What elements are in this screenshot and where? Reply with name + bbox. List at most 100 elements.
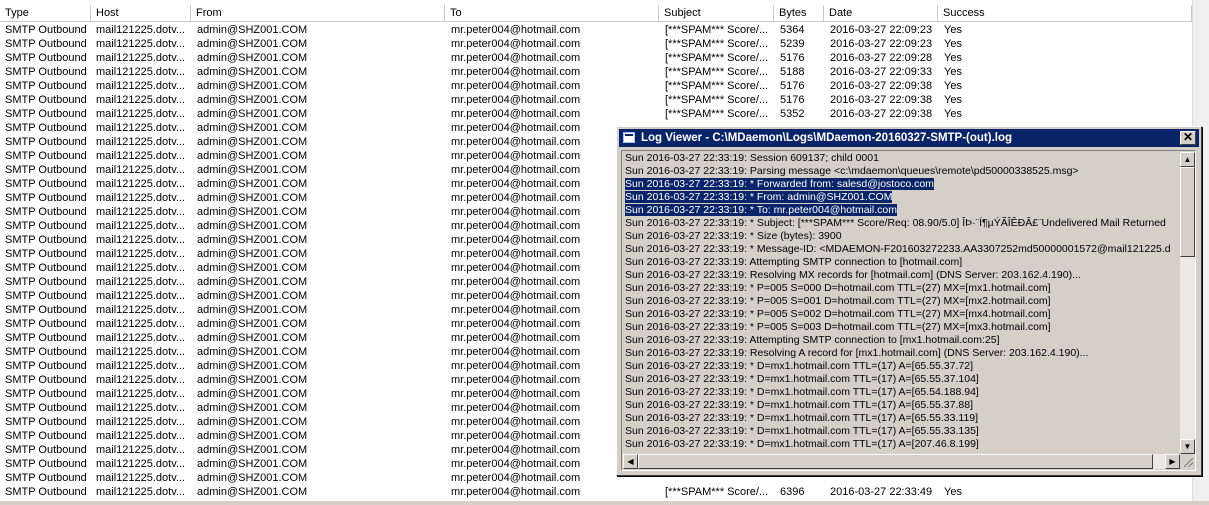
log-text: Sun 2016-03-27 22:33:19: * D=mx1.hotmail… xyxy=(625,373,979,385)
log-text: Sun 2016-03-27 22:33:19: * Subject: [***… xyxy=(625,217,1166,229)
log-line[interactable]: Sun 2016-03-27 22:33:19: * P=005 S=000 D… xyxy=(623,282,1180,295)
date-cell: 2016-03-27 22:09:38 xyxy=(830,108,933,120)
column-header-to[interactable]: To xyxy=(445,5,659,21)
log-line[interactable]: Sun 2016-03-27 22:33:19: * D=mx1.hotmail… xyxy=(623,399,1180,412)
log-text: Sun 2016-03-27 22:33:19: Resolving MX re… xyxy=(625,269,1081,281)
host-cell: mail121225.dotv... xyxy=(96,52,186,64)
column-header-success[interactable]: Success xyxy=(938,5,1192,21)
type-cell: SMTP Outbound xyxy=(5,24,87,36)
log-line[interactable]: Sun 2016-03-27 22:33:19: * D=mx1.hotmail… xyxy=(623,386,1180,399)
log-line[interactable]: Sun 2016-03-27 22:33:19: * From: admin@S… xyxy=(623,191,1180,204)
log-vertical-scrollbar[interactable]: ▲ ▼ xyxy=(1180,152,1195,454)
column-header-date[interactable]: Date xyxy=(824,5,938,21)
log-line[interactable]: Sun 2016-03-27 22:33:19: Resolving MX re… xyxy=(623,269,1180,282)
bytes-cell: 5364 xyxy=(780,24,805,36)
bytes-cell: 5176 xyxy=(780,94,805,106)
table-row[interactable]: SMTP Outbound mail121225.dotv... admin@SHZ… xyxy=(0,51,1192,65)
scroll-down-arrow-icon[interactable]: ▼ xyxy=(1180,439,1195,454)
table-row[interactable]: SMTP Outbound mail121225.dotv... admin@SHZ… xyxy=(0,107,1192,121)
from-cell: admin@SHZ001.COM xyxy=(197,66,308,78)
from-cell: admin@SHZ001.COM xyxy=(197,206,308,218)
from-cell: admin@SHZ001.COM xyxy=(197,122,308,134)
vertical-scroll-thumb[interactable] xyxy=(1180,167,1195,257)
host-cell: mail121225.dotv... xyxy=(96,318,186,330)
type-cell: SMTP Outbound xyxy=(5,262,87,274)
horizontal-scroll-thumb[interactable] xyxy=(638,454,1153,469)
scroll-left-arrow-icon[interactable]: ◀ xyxy=(623,454,638,469)
from-cell: admin@SHZ001.COM xyxy=(197,290,308,302)
close-icon[interactable]: ✕ xyxy=(1180,131,1196,145)
host-cell: mail121225.dotv... xyxy=(96,234,186,246)
log-line[interactable]: Sun 2016-03-27 22:33:19: Attempting SMTP… xyxy=(623,256,1180,269)
log-line[interactable]: Sun 2016-03-27 22:33:19: * P=005 S=002 D… xyxy=(623,308,1180,321)
type-cell: SMTP Outbound xyxy=(5,66,87,78)
host-cell: mail121225.dotv... xyxy=(96,332,186,344)
bytes-cell: 5239 xyxy=(780,38,805,50)
log-line[interactable]: Sun 2016-03-27 22:33:19: * D=mx1.hotmail… xyxy=(623,412,1180,425)
table-row[interactable]: SMTP Outbound mail121225.dotv... admin@SHZ… xyxy=(0,65,1192,79)
from-cell: admin@SHZ001.COM xyxy=(197,444,308,456)
from-cell: admin@SHZ001.COM xyxy=(197,150,308,162)
log-text-area[interactable]: Sun 2016-03-27 22:33:19: Session 609137;… xyxy=(623,152,1180,454)
log-text: Sun 2016-03-27 22:33:19: * D=mx1.hotmail… xyxy=(625,399,973,411)
log-line[interactable]: Sun 2016-03-27 22:33:19: * Forwarded fro… xyxy=(623,178,1180,191)
log-line[interactable]: Sun 2016-03-27 22:33:19: Session 609137;… xyxy=(623,152,1180,165)
log-line[interactable]: Sun 2016-03-27 22:33:19: * P=005 S=003 D… xyxy=(623,321,1180,334)
from-cell: admin@SHZ001.COM xyxy=(197,52,308,64)
host-cell: mail121225.dotv... xyxy=(96,472,186,484)
log-text: Sun 2016-03-27 22:33:19: * D=mx1.hotmail… xyxy=(625,412,979,424)
log-line[interactable]: Sun 2016-03-27 22:33:19: * Subject: [***… xyxy=(623,217,1180,230)
from-cell: admin@SHZ001.COM xyxy=(197,402,308,414)
resize-grip-icon[interactable] xyxy=(1180,454,1195,469)
table-row[interactable]: SMTP Outbound mail121225.dotv... admin@SHZ… xyxy=(0,93,1192,107)
from-cell: admin@SHZ001.COM xyxy=(197,262,308,274)
scroll-right-arrow-icon[interactable]: ▶ xyxy=(1165,454,1180,469)
column-header-subject[interactable]: Subject xyxy=(659,5,774,21)
column-header-bytes[interactable]: Bytes xyxy=(774,5,824,21)
log-viewer-window: Log Viewer - C:\MDaemon\Logs\MDaemon-201… xyxy=(616,126,1202,476)
column-header-from[interactable]: From xyxy=(191,5,445,21)
log-line[interactable]: Sun 2016-03-27 22:33:19: * To: mr.peter0… xyxy=(623,204,1180,217)
log-line[interactable]: Sun 2016-03-27 22:33:19: * D=mx1.hotmail… xyxy=(623,438,1180,451)
table-row[interactable]: SMTP Outbound mail121225.dotv... admin@SHZ… xyxy=(0,37,1192,51)
type-cell: SMTP Outbound xyxy=(5,80,87,92)
log-line[interactable]: Sun 2016-03-27 22:33:19: * Size (bytes):… xyxy=(623,230,1180,243)
to-cell: mr.peter004@hotmail.com xyxy=(451,486,581,498)
from-cell: admin@SHZ001.COM xyxy=(197,374,308,386)
table-row[interactable]: SMTP Outbound mail121225.dotv... admin@SHZ… xyxy=(0,23,1192,37)
host-cell: mail121225.dotv... xyxy=(96,262,186,274)
table-row[interactable]: SMTP Outbound mail121225.dotv... admin@SHZ… xyxy=(0,79,1192,93)
log-line[interactable]: Sun 2016-03-27 22:33:19: * D=mx1.hotmail… xyxy=(623,373,1180,386)
log-line[interactable]: Sun 2016-03-27 22:33:19: * P=005 S=001 D… xyxy=(623,295,1180,308)
host-cell: mail121225.dotv... xyxy=(96,374,186,386)
log-line[interactable]: Sun 2016-03-27 22:33:19: * D=mx1.hotmail… xyxy=(623,360,1180,373)
scroll-up-arrow-icon[interactable]: ▲ xyxy=(1180,152,1195,167)
type-cell: SMTP Outbound xyxy=(5,304,87,316)
date-cell: 2016-03-27 22:09:23 xyxy=(830,24,933,36)
success-cell: Yes xyxy=(944,24,962,36)
log-line[interactable]: Sun 2016-03-27 22:33:19: Parsing message… xyxy=(623,165,1180,178)
from-cell: admin@SHZ001.COM xyxy=(197,220,308,232)
table-row[interactable]: SMTP Outbound mail121225.dotv... admin@SHZ… xyxy=(0,485,1192,499)
success-cell: Yes xyxy=(944,66,962,78)
log-line[interactable]: Sun 2016-03-27 22:33:19: Attempting SMTP… xyxy=(623,334,1180,347)
from-cell: admin@SHZ001.COM xyxy=(197,458,308,470)
log-viewer-titlebar[interactable]: Log Viewer - C:\MDaemon\Logs\MDaemon-201… xyxy=(619,129,1199,147)
log-text-pane[interactable]: Sun 2016-03-27 22:33:19: Session 609137;… xyxy=(621,150,1196,471)
type-cell: SMTP Outbound xyxy=(5,52,87,64)
from-cell: admin@SHZ001.COM xyxy=(197,94,308,106)
column-header-bar: Type Host From To Subject Bytes Date Suc… xyxy=(0,5,1192,22)
log-line[interactable]: Sun 2016-03-27 22:33:19: Resolving A rec… xyxy=(623,347,1180,360)
from-cell: admin@SHZ001.COM xyxy=(197,472,308,484)
from-cell: admin@SHZ001.COM xyxy=(197,136,308,148)
log-line[interactable]: Sun 2016-03-27 22:33:19: * Message-ID: <… xyxy=(623,243,1180,256)
log-text: Sun 2016-03-27 22:33:19: * P=005 S=000 D… xyxy=(625,282,1051,294)
date-cell: 2016-03-27 22:09:28 xyxy=(830,52,933,64)
column-header-type[interactable]: Type xyxy=(0,5,91,21)
log-horizontal-scrollbar[interactable]: ◀ ▶ xyxy=(623,454,1180,469)
date-cell: 2016-03-27 22:09:38 xyxy=(830,94,933,106)
host-cell: mail121225.dotv... xyxy=(96,38,186,50)
log-line[interactable]: Sun 2016-03-27 22:33:19: * D=mx1.hotmail… xyxy=(623,425,1180,438)
column-header-host[interactable]: Host xyxy=(91,5,191,21)
list-horizontal-scrollbar[interactable] xyxy=(0,501,1209,505)
